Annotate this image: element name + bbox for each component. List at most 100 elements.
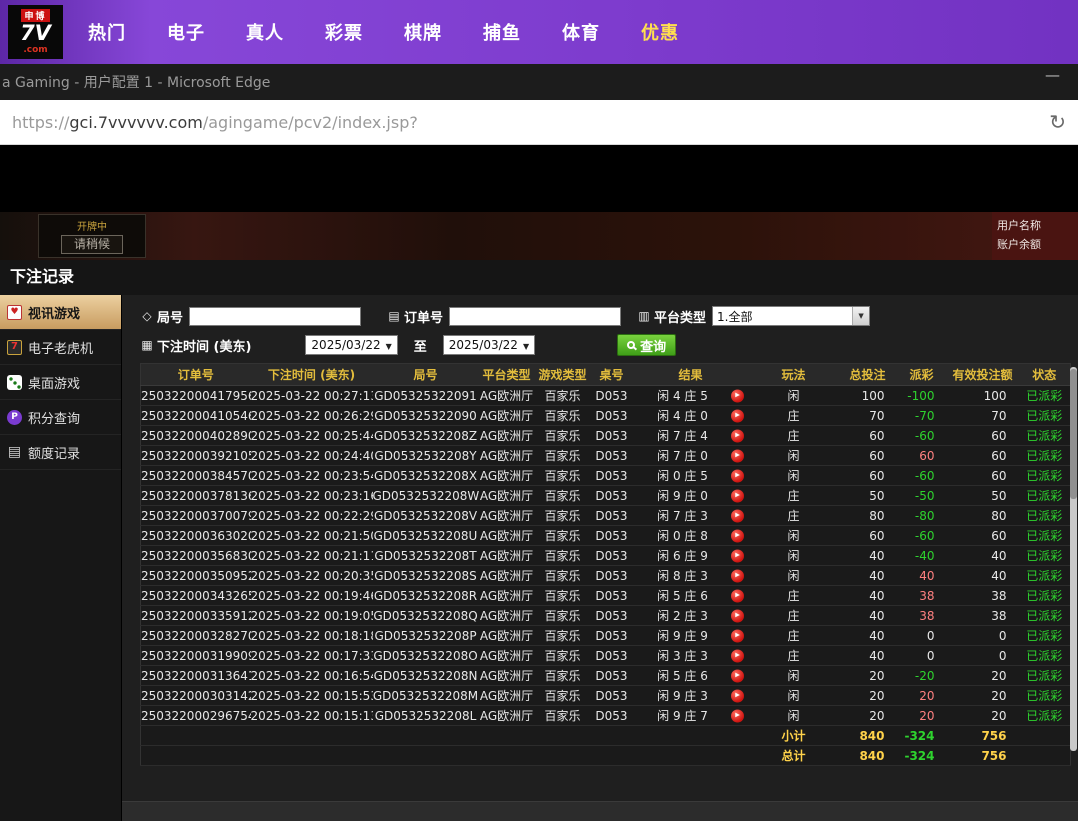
- site-logo[interactable]: 申博 7V .com: [8, 5, 63, 59]
- cell-status: 已派彩: [1019, 586, 1071, 606]
- cell-status: 已派彩: [1019, 706, 1071, 726]
- balance-label: 账户余额: [997, 236, 1078, 255]
- cell-order_no: 250322000328270: [141, 626, 251, 646]
- cell-status: 已派彩: [1019, 546, 1071, 566]
- replay-button[interactable]: [731, 549, 744, 562]
- replay-button[interactable]: [731, 409, 744, 422]
- bet-time-label: 下注时间 (美东): [157, 336, 251, 355]
- sidebar-item-points[interactable]: 积分查询: [0, 400, 121, 435]
- filter-row-1: 局号 订单号 平台类型 1.全部: [140, 305, 1078, 327]
- cell-total_bet: 40: [839, 566, 897, 586]
- replay-button[interactable]: [731, 389, 744, 402]
- cell-total_bet: 60: [839, 426, 897, 446]
- refresh-icon[interactable]: ↻: [1049, 112, 1066, 132]
- sidebar-item-quota-records[interactable]: 额度记录: [0, 435, 121, 470]
- cell-platform: AG欧洲厅: [479, 486, 535, 506]
- cell-game: 百家乐: [535, 646, 591, 666]
- cell-table_no: D053: [591, 646, 633, 666]
- cell-round: GD0532532208P: [373, 626, 479, 646]
- cell-time: 2025-03-22 00:23:54: [251, 466, 373, 486]
- sidebar-item-video-games[interactable]: 视讯游戏: [0, 295, 121, 330]
- replay-button[interactable]: [731, 489, 744, 502]
- bet-row: 2503220003359122025-03-22 00:19:05GD0532…: [141, 606, 1071, 626]
- round-input[interactable]: [189, 307, 361, 326]
- bet-row: 2503220004179562025-03-22 00:27:13GD0532…: [141, 386, 1071, 406]
- date-to-select[interactable]: 2025/03/22: [443, 335, 535, 355]
- nav-item-chess[interactable]: 棋牌: [404, 19, 442, 45]
- cell-payout: -70: [897, 406, 947, 426]
- cell-platform: AG欧洲厅: [479, 546, 535, 566]
- table-scrollbar[interactable]: [1070, 367, 1077, 751]
- cell-result: 闲 9 庄 0: [633, 486, 749, 506]
- replay-button[interactable]: [731, 629, 744, 642]
- cell-payout: 60: [897, 446, 947, 466]
- username-label: 用户名称: [997, 217, 1078, 236]
- nav-item-hot[interactable]: 热门: [88, 19, 126, 45]
- nav-item-electronic[interactable]: 电子: [167, 19, 205, 45]
- replay-button[interactable]: [731, 509, 744, 522]
- cell-order_no: 250322000313641: [141, 666, 251, 686]
- bet-row: 2503220003781362025-03-22 00:23:16GD0532…: [141, 486, 1071, 506]
- date-from-select[interactable]: 2025/03/22: [305, 335, 397, 355]
- cell-play: 闲: [749, 566, 839, 586]
- cell-play: 闲: [749, 446, 839, 466]
- sidebar-item-table-games[interactable]: 桌面游戏: [0, 365, 121, 400]
- cell-platform: AG欧洲厅: [479, 586, 535, 606]
- cell-platform: AG欧洲厅: [479, 386, 535, 406]
- cell-result: 闲 6 庄 9: [633, 546, 749, 566]
- cell-status: 已派彩: [1019, 686, 1071, 706]
- replay-button[interactable]: [731, 529, 744, 542]
- cell-time: 2025-03-22 00:27:13: [251, 386, 373, 406]
- cell-table_no: D053: [591, 626, 633, 646]
- cell-time: 2025-03-22 00:20:35: [251, 566, 373, 586]
- nav-item-lottery[interactable]: 彩票: [325, 19, 363, 45]
- replay-button[interactable]: [731, 649, 744, 662]
- sidebar: 视讯游戏电子老虎机桌面游戏积分查询额度记录: [0, 295, 122, 821]
- cell-round: GD0532532208M: [373, 686, 479, 706]
- column-header: 结果: [633, 364, 749, 386]
- replay-button[interactable]: [731, 669, 744, 682]
- result-text: 闲 7 庄 0: [657, 449, 708, 463]
- cell-valid_bet: 50: [947, 486, 1019, 506]
- cell-order_no: 250322000343265: [141, 586, 251, 606]
- replay-button[interactable]: [731, 429, 744, 442]
- nav-item-sports[interactable]: 体育: [562, 19, 600, 45]
- result-text: 闲 9 庄 0: [657, 489, 708, 503]
- replay-button[interactable]: [731, 609, 744, 622]
- replay-button[interactable]: [731, 469, 744, 482]
- sidebar-item-slots[interactable]: 电子老虎机: [0, 330, 121, 365]
- cell-order_no: 250322000296754: [141, 706, 251, 726]
- cell-valid_bet: 80: [947, 506, 1019, 526]
- cell-order_no: 250322000370079: [141, 506, 251, 526]
- platform-icon: [637, 309, 651, 323]
- url-scheme: https://: [12, 113, 69, 132]
- cell-order_no: 250322000335912: [141, 606, 251, 626]
- nav-item-promo[interactable]: 优惠: [641, 19, 679, 45]
- search-icon: [627, 341, 635, 349]
- minimize-button[interactable]: —: [1045, 66, 1060, 84]
- result-text: 闲 7 庄 3: [657, 509, 708, 523]
- nav-item-live[interactable]: 真人: [246, 19, 284, 45]
- cell-order_no: 250322000384570: [141, 466, 251, 486]
- cell-valid_bet: 60: [947, 466, 1019, 486]
- scrollbar-thumb[interactable]: [1070, 369, 1077, 499]
- cell-payout: 0: [897, 626, 947, 646]
- cell-valid_bet: 0: [947, 646, 1019, 666]
- replay-button[interactable]: [731, 689, 744, 702]
- cell-round: GD0532532208Y: [373, 446, 479, 466]
- search-button[interactable]: 查询: [617, 334, 676, 356]
- replay-button[interactable]: [731, 569, 744, 582]
- cell-round: GD0532532208N: [373, 666, 479, 686]
- url-field[interactable]: https://gci.7vvvvvv.com/agingame/pcv2/in…: [12, 113, 1041, 132]
- order-input[interactable]: [449, 307, 621, 326]
- replay-button[interactable]: [731, 589, 744, 602]
- platform-select[interactable]: 1.全部: [712, 306, 870, 326]
- replay-button[interactable]: [731, 449, 744, 462]
- cell-game: 百家乐: [535, 486, 591, 506]
- cell-play: 闲: [749, 686, 839, 706]
- cell-play: 闲: [749, 546, 839, 566]
- cell-total_bet: 60: [839, 446, 897, 466]
- replay-button[interactable]: [731, 709, 744, 722]
- nav-item-fishing[interactable]: 捕鱼: [483, 19, 521, 45]
- bet-row: 2503220003630202025-03-22 00:21:50GD0532…: [141, 526, 1071, 546]
